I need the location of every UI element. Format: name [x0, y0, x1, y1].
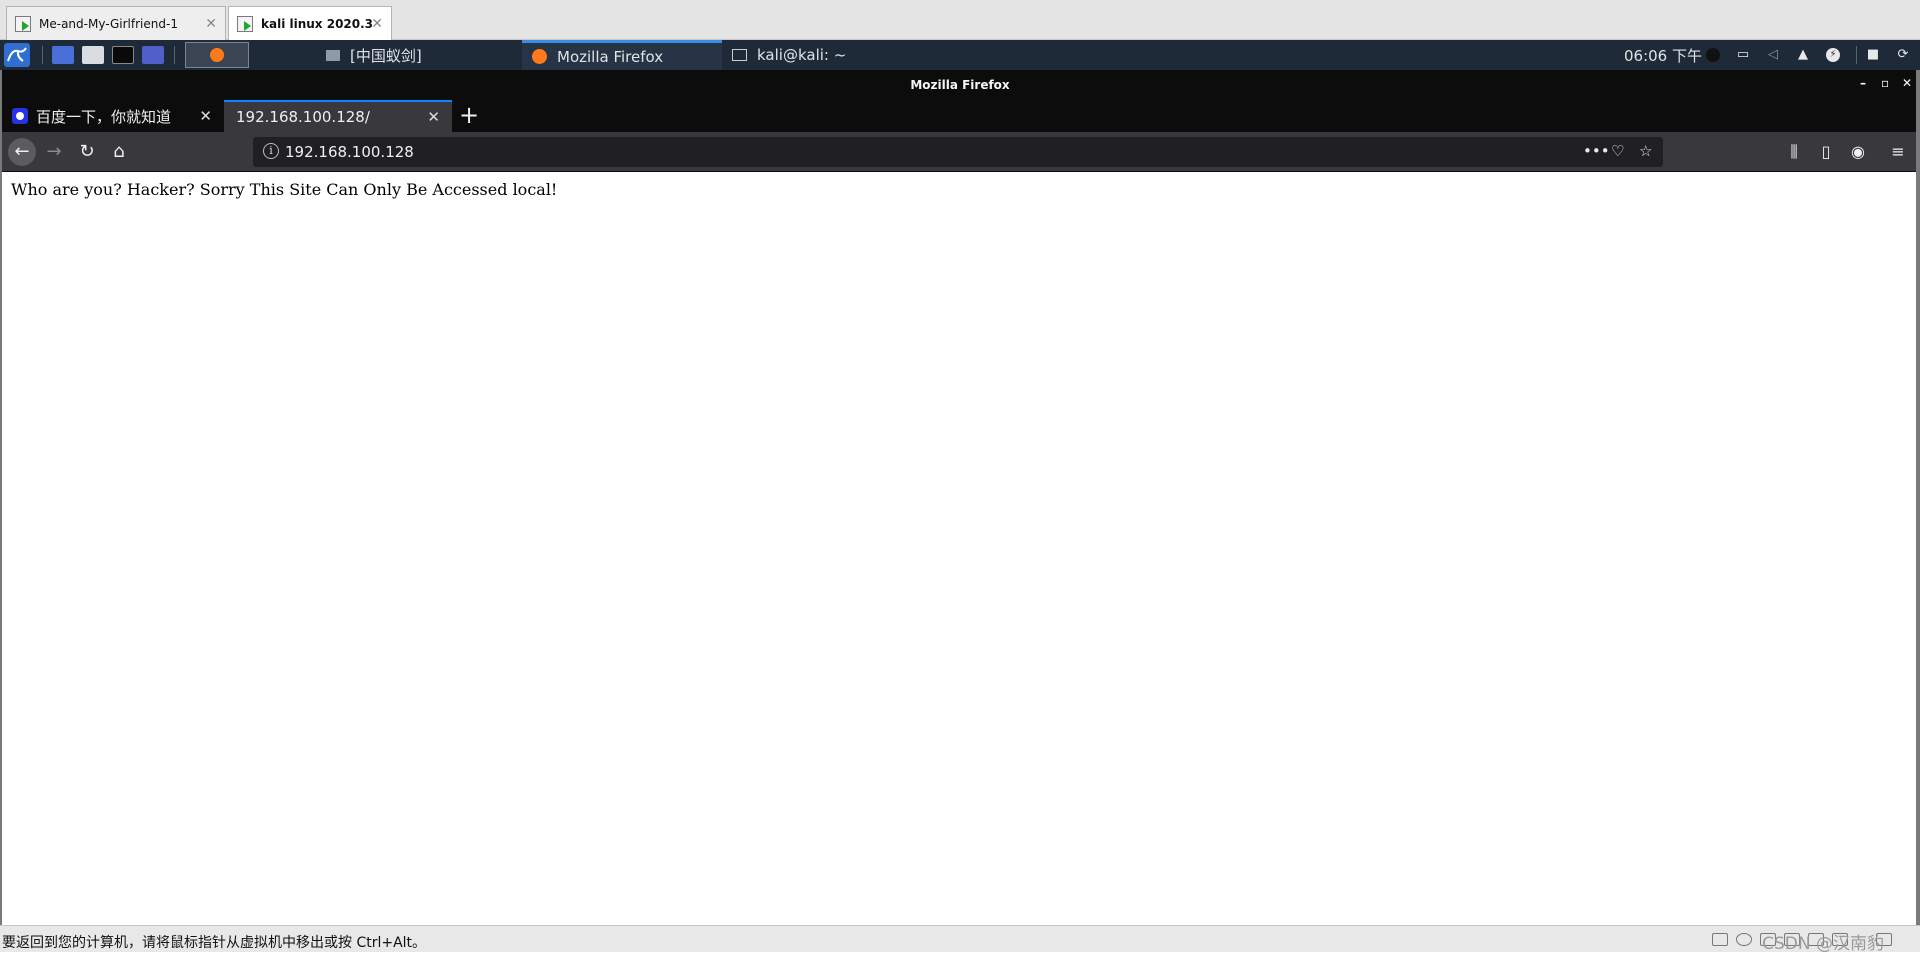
baidu-favicon-icon — [12, 108, 28, 124]
page-message: Who are you? Hacker? Sorry This Site Can… — [11, 180, 558, 199]
taskbar-antsword[interactable]: [中国蚁剑] — [316, 40, 522, 70]
firefox-titlebar: Mozilla Firefox – ▫ ✕ — [0, 70, 1920, 100]
account-icon[interactable]: ◉ — [1844, 138, 1872, 166]
task-label: Mozilla Firefox — [557, 47, 664, 66]
close-tab-icon[interactable]: ✕ — [427, 108, 440, 126]
screen-recorder-icon[interactable] — [142, 46, 164, 64]
kali-top-panel: [中国蚁剑] Mozilla Firefox kali@kali: ~ 06:0… — [0, 40, 1920, 70]
watermark: CSDN @汉南豹 — [1762, 934, 1884, 954]
vm-power-icon — [15, 15, 31, 32]
url-text[interactable]: 192.168.100.128 — [285, 143, 414, 161]
status-icon[interactable] — [1706, 48, 1720, 62]
vm-tab-label: kali linux 2020.3 — [261, 16, 374, 31]
forward-arrow-icon[interactable]: → — [40, 138, 68, 166]
vm-scrollbar[interactable] — [1916, 70, 1920, 925]
show-desktop-icon[interactable] — [52, 46, 74, 64]
vm-tab-kali-linux[interactable]: kali linux 2020.3 ✕ — [228, 6, 392, 40]
logout-icon[interactable]: ⟳ — [1896, 48, 1910, 62]
bookmark-star-icon[interactable]: ☆ — [1639, 142, 1652, 160]
tab-label: 百度一下，你就知道 — [36, 107, 172, 126]
close-icon[interactable]: ✕ — [371, 16, 383, 32]
status-hint: 要返回到您的计算机，请将鼠标指针从虚拟机中移出或按 Ctrl+Alt。 — [2, 935, 427, 951]
panel-separator — [1856, 46, 1857, 64]
terminal-icon[interactable] — [112, 46, 134, 64]
reload-icon[interactable]: ↻ — [73, 138, 101, 166]
screen-icon[interactable]: ▭ — [1736, 48, 1750, 62]
cd-rom-icon[interactable] — [1736, 933, 1752, 946]
new-tab-plus-icon[interactable]: + — [454, 100, 484, 132]
page-actions-icon[interactable]: ••• — [1583, 142, 1610, 160]
window-title: Mozilla Firefox — [910, 78, 1010, 92]
close-tab-icon[interactable]: ✕ — [199, 107, 212, 125]
file-manager-icon[interactable] — [82, 46, 104, 64]
volume-icon[interactable]: ◁ — [1766, 48, 1780, 62]
panel-clock[interactable]: 06:06 下午 — [1624, 40, 1702, 70]
firefox-icon — [210, 48, 224, 62]
power-manager-icon[interactable]: ⚡ — [1826, 48, 1840, 62]
tab-baidu[interactable]: 百度一下，你就知道 ✕ — [0, 100, 224, 132]
panel-separator — [42, 46, 43, 64]
sidebar-icon[interactable]: ▯ — [1812, 138, 1840, 166]
taskbar-firefox[interactable]: Mozilla Firefox — [522, 40, 722, 70]
task-label: kali@kali: ~ — [757, 46, 847, 64]
panel-separator — [174, 46, 175, 64]
url-bar[interactable]: i 192.168.100.128 ••• ♡ ☆ — [253, 137, 1663, 167]
page-content: Who are you? Hacker? Sorry This Site Can… — [2, 173, 1916, 925]
vm-tab-me-and-my-girlfriend[interactable]: Me-and-My-Girlfriend-1 ✕ — [6, 6, 226, 40]
site-info-icon[interactable]: i — [263, 143, 279, 159]
hard-disk-icon[interactable] — [1712, 933, 1728, 946]
firefox-launcher[interactable] — [185, 42, 249, 68]
firefox-icon — [532, 49, 547, 64]
maximize-icon[interactable]: ▫ — [1881, 76, 1889, 90]
taskbar-terminal[interactable]: kali@kali: ~ — [722, 40, 922, 70]
close-icon[interactable]: ✕ — [205, 16, 217, 32]
vm-tab-strip: Me-and-My-Girlfriend-1 ✕ kali linux 2020… — [0, 0, 1920, 40]
library-icon[interactable]: ⫼ — [1780, 138, 1808, 166]
home-icon[interactable]: ⌂ — [105, 138, 133, 166]
firefox-tab-strip: 百度一下，你就知道 ✕ 192.168.100.128/ ✕ + — [0, 100, 1920, 132]
close-window-icon[interactable]: ✕ — [1902, 76, 1912, 90]
vm-status-bar: 要返回到您的计算机，请将鼠标指针从虚拟机中移出或按 Ctrl+Alt。 CSDN… — [0, 925, 1920, 954]
minimize-icon[interactable]: – — [1860, 76, 1866, 90]
kali-menu-icon[interactable] — [4, 43, 30, 67]
vm-tab-label: Me-and-My-Girlfriend-1 — [39, 16, 178, 31]
terminal-icon — [732, 49, 747, 61]
vm-frame-left — [0, 70, 2, 925]
firefox-nav-toolbar: ← → ↻ ⌂ i 192.168.100.128 ••• ♡ ☆ ⫼ ▯ ◉ … — [0, 132, 1920, 172]
hamburger-menu-icon[interactable]: ≡ — [1884, 138, 1912, 166]
vm-power-icon — [237, 15, 253, 32]
pocket-icon[interactable]: ♡ — [1611, 142, 1624, 160]
tab-192-168-100-128[interactable]: 192.168.100.128/ ✕ — [224, 100, 452, 132]
back-arrow-icon[interactable]: ← — [8, 138, 36, 166]
tab-label: 192.168.100.128/ — [236, 108, 370, 126]
task-label: [中国蚁剑] — [350, 46, 422, 65]
window-icon — [326, 49, 340, 61]
notification-bell-icon[interactable]: ▲ — [1796, 48, 1810, 62]
lock-icon[interactable]: ■ — [1866, 48, 1880, 62]
